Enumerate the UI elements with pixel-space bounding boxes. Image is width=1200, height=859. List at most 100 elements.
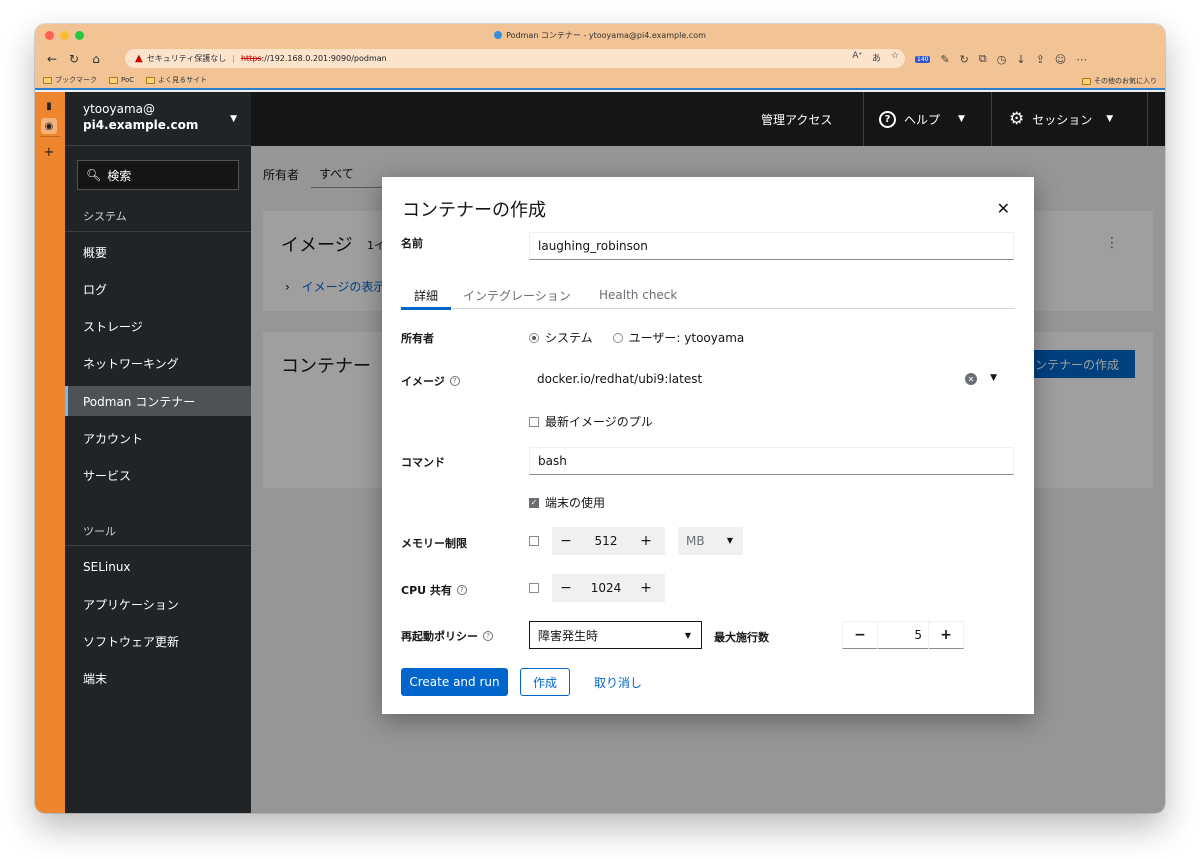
- sidebar-item-selinux[interactable]: SELinux: [65, 552, 251, 582]
- translate-icon[interactable]: あ: [872, 51, 881, 64]
- create-and-run-button[interactable]: Create and run: [401, 668, 508, 696]
- download-icon[interactable]: ↓: [1016, 53, 1025, 66]
- favorite-star-icon[interactable]: ☆: [891, 51, 899, 64]
- sidebar-item-accounts[interactable]: アカウント: [65, 423, 251, 453]
- back-icon[interactable]: ←: [41, 49, 63, 69]
- clear-icon[interactable]: ✕: [965, 373, 977, 385]
- create-button[interactable]: 作成: [520, 668, 570, 696]
- nav-section-tools: ツール: [83, 525, 116, 538]
- cancel-button[interactable]: 取り消し: [594, 668, 642, 696]
- other-bookmarks[interactable]: その他のお気に入り: [1082, 76, 1157, 86]
- caret-down-icon: ▼: [230, 114, 237, 124]
- minimize-window-button[interactable]: [60, 31, 69, 40]
- owner-system-radio[interactable]: システム: [529, 329, 593, 346]
- close-icon[interactable]: ✕: [997, 199, 1010, 218]
- memory-unit: MB: [686, 534, 705, 548]
- checkbox-unchecked-icon: [529, 416, 539, 427]
- title-bar: Podman コンテナー - ytooyama@pi4.example.com: [35, 24, 1165, 46]
- add-host-icon[interactable]: +: [41, 144, 57, 160]
- question-circle-icon[interactable]: ?: [483, 631, 493, 641]
- help-icon: ?: [879, 110, 896, 128]
- history-icon[interactable]: ◷: [997, 53, 1007, 66]
- plus-icon[interactable]: +: [632, 527, 660, 555]
- home-icon[interactable]: ⌂: [85, 49, 107, 69]
- tab-details[interactable]: 詳細: [401, 281, 451, 310]
- minus-icon[interactable]: −: [552, 574, 580, 602]
- sidebar-item-overview[interactable]: 概要: [65, 237, 251, 267]
- tracker-badge[interactable]: 140: [915, 55, 931, 63]
- sidebar-item-podman[interactable]: Podman コンテナー: [65, 386, 251, 416]
- max-retry-value[interactable]: 5: [877, 621, 929, 649]
- use-terminal-checkbox[interactable]: ✓ 端末の使用: [529, 494, 605, 511]
- masthead-divider: [863, 92, 864, 146]
- folder-icon: [146, 76, 156, 84]
- close-window-button[interactable]: [45, 31, 54, 40]
- caret-down-icon[interactable]: ▼: [990, 373, 997, 383]
- image-select[interactable]: docker.io/redhat/ubi9:latest ✕ ▼: [529, 365, 1009, 393]
- sidebar-item-terminal[interactable]: 端末: [65, 663, 251, 693]
- sidebar-item-services[interactable]: サービス: [65, 460, 251, 490]
- cpu-value[interactable]: 1024: [580, 581, 632, 595]
- question-circle-icon[interactable]: ?: [456, 585, 467, 595]
- minus-icon[interactable]: −: [552, 527, 580, 555]
- memory-label: メモリー制限: [401, 537, 467, 550]
- sidebar-toggle-icon[interactable]: ▮: [41, 98, 57, 114]
- sidebar-item-logs[interactable]: ログ: [65, 274, 251, 304]
- host-selector[interactable]: ytooyama@ pi4.example.com ▼: [65, 92, 251, 146]
- zoom-window-button[interactable]: [75, 31, 84, 40]
- folder-icon: [43, 76, 52, 84]
- cpu-checkbox[interactable]: [529, 583, 539, 593]
- active-tab-indicator: [401, 307, 451, 310]
- sidebar-item-networking[interactable]: ネットワーキング: [65, 348, 251, 378]
- owner-radio-group: システム ユーザー: ytooyama: [529, 329, 744, 346]
- checkbox-unchecked-icon: [529, 536, 539, 546]
- memory-checkbox[interactable]: [529, 536, 539, 546]
- memory-value[interactable]: 512: [580, 534, 632, 548]
- bookmark-folder[interactable]: ブックマーク: [43, 75, 97, 85]
- restart-policy-select[interactable]: 障害発生時 ▼: [529, 621, 702, 649]
- search-input[interactable]: 🔍︎ 検索: [77, 160, 239, 190]
- tab-integration[interactable]: インテグレーション: [463, 281, 571, 309]
- name-input[interactable]: laughing_robinson: [529, 232, 1014, 260]
- bookmark-folder[interactable]: PoC: [109, 76, 134, 84]
- sidebar-item-software-updates[interactable]: ソフトウェア更新: [65, 626, 251, 656]
- nav-divider: [65, 231, 251, 232]
- extension-icon[interactable]: ✎: [940, 53, 949, 66]
- refresh-extension-icon[interactable]: ↻: [960, 53, 969, 66]
- share-icon[interactable]: ⇪: [1036, 53, 1045, 66]
- pull-latest-checkbox[interactable]: 最新イメージのプル: [529, 413, 653, 430]
- bookmark-folder[interactable]: よく見るサイト: [146, 75, 207, 85]
- security-warning[interactable]: セキュリティ保護なし: [147, 53, 227, 64]
- image-label: イメージ ?: [401, 373, 460, 389]
- sidebar-item-storage[interactable]: ストレージ: [65, 311, 251, 341]
- address-bar-actions: Aᐩ あ ☆: [852, 51, 899, 64]
- minus-icon[interactable]: −: [843, 621, 877, 649]
- more-menu-icon[interactable]: ⋯: [1076, 53, 1087, 66]
- plus-icon[interactable]: +: [929, 621, 963, 649]
- command-input[interactable]: bash: [529, 447, 1014, 475]
- name-label: 名前: [401, 237, 423, 250]
- caret-down-icon: ▼: [958, 114, 965, 124]
- read-aloud-icon[interactable]: Aᐩ: [852, 51, 862, 64]
- memory-unit-select[interactable]: MB ▼: [678, 527, 743, 555]
- reload-icon[interactable]: ↻: [63, 49, 85, 69]
- host-user: ytooyama@: [83, 102, 155, 116]
- url-separator: |: [232, 54, 235, 63]
- address-bar[interactable]: ▲ セキュリティ保護なし | https ://192.168.0.201:90…: [125, 49, 905, 68]
- profile-avatar-icon[interactable]: ☺: [1055, 53, 1066, 66]
- session-menu[interactable]: ⚙ セッション ▼: [1009, 92, 1113, 146]
- sidebar-item-applications[interactable]: アプリケーション: [65, 589, 251, 619]
- masthead-divider: [991, 92, 992, 146]
- cpu-stepper: − 1024 +: [552, 574, 665, 602]
- host-switch-icon[interactable]: ◉: [41, 118, 57, 134]
- help-menu[interactable]: ? ヘルプ ▼: [879, 92, 965, 146]
- plus-icon[interactable]: +: [632, 574, 660, 602]
- admin-access-label: 管理アクセス: [761, 112, 833, 127]
- caret-down-icon: ▼: [684, 631, 691, 640]
- warning-icon: ▲: [135, 53, 143, 64]
- owner-user-radio[interactable]: ユーザー: ytooyama: [612, 329, 744, 346]
- tab-health-check[interactable]: Health check: [599, 281, 677, 309]
- admin-access-button[interactable]: 管理アクセス: [761, 92, 832, 146]
- split-screen-icon[interactable]: ⧉: [979, 52, 987, 66]
- question-circle-icon[interactable]: ?: [449, 376, 460, 386]
